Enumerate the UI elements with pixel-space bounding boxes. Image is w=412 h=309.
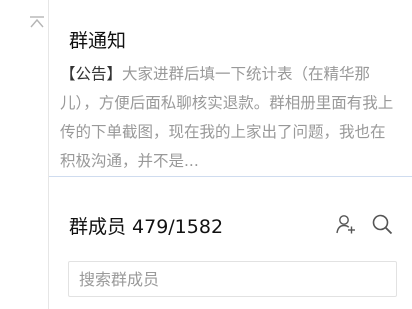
group-members-section: 群成员 479/1582 <box>49 177 412 309</box>
members-count: 479/1582 <box>132 216 224 238</box>
collapse-button[interactable] <box>28 14 46 28</box>
search-icon <box>372 214 393 235</box>
notice-title: 群通知 <box>69 30 127 52</box>
add-member-button[interactable] <box>335 213 357 235</box>
members-header: 群成员 479/1582 <box>69 212 223 239</box>
notice-content[interactable]: 【公告】大家进群后填一下统计表（在精华那儿），方便后面私聊核实退款。群相册里面有… <box>60 60 400 176</box>
group-notice-section[interactable]: 群通知 【公告】大家进群后填一下统计表（在精华那儿），方便后面私聊核实退款。群相… <box>49 0 412 176</box>
add-user-icon <box>336 215 355 234</box>
group-info-panel: 群通知 【公告】大家进群后填一下统计表（在精华那儿），方便后面私聊核实退款。群相… <box>0 0 412 309</box>
chevron-up-icon <box>30 16 44 28</box>
notice-tag: 【公告】 <box>60 65 123 83</box>
member-search-input[interactable] <box>68 261 397 297</box>
left-gutter <box>0 0 48 309</box>
members-label: 群成员 <box>69 216 127 238</box>
member-search-button[interactable] <box>371 213 393 235</box>
